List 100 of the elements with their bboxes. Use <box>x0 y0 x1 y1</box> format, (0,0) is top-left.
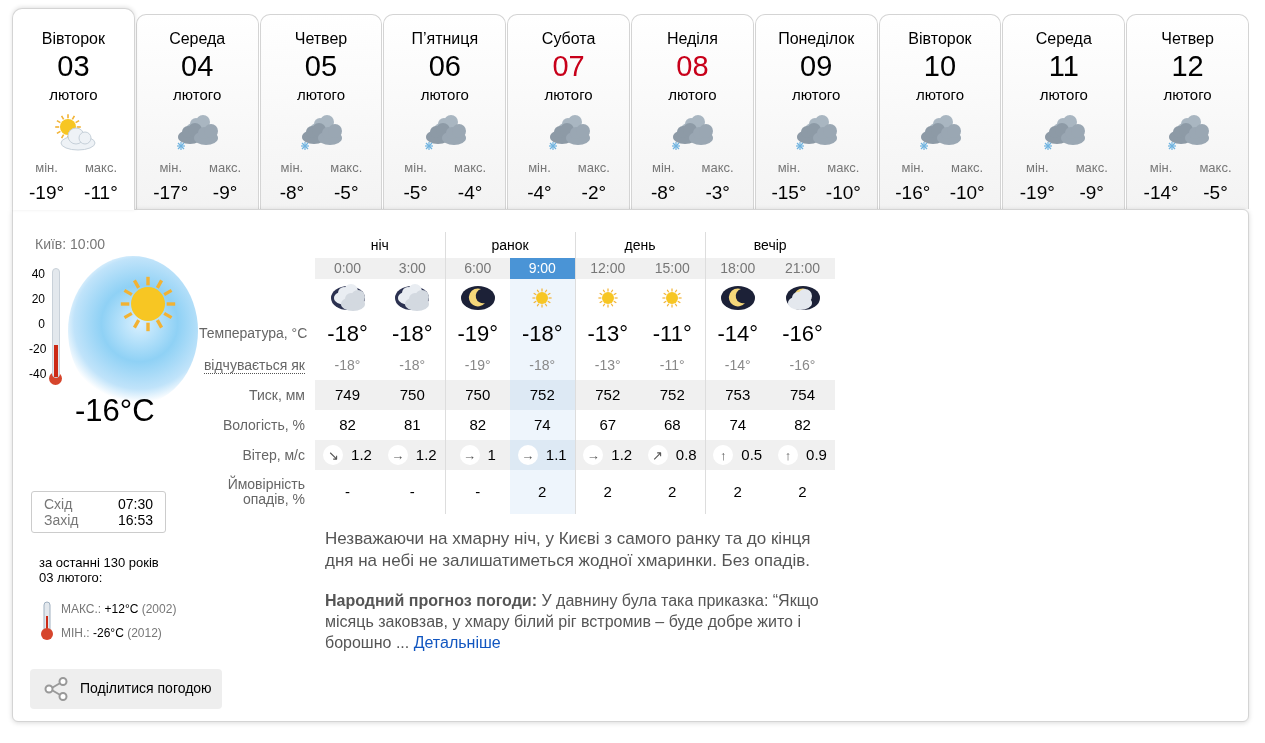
history-record: МАКС.: +12°C (2002) <box>61 600 177 618</box>
city-time: Київ: 10:00 <box>35 235 106 254</box>
feels-like-value: -14° <box>724 356 751 373</box>
date-number: 05 <box>304 51 338 83</box>
day-tab[interactable]: Вівторок 10 лютого мін. -16° макс. -10° <box>878 14 1002 209</box>
day-tab[interactable]: Субота 07 лютого мін. -4° макс. -2° <box>507 14 630 209</box>
wind-value: 0.8 <box>675 446 697 464</box>
max-temperature: -3° <box>705 181 730 205</box>
hour-tab[interactable]: 21:00 <box>770 258 835 279</box>
day-tab[interactable]: Понеділок 09 лютого мін. -15° макс. -10° <box>754 14 878 209</box>
hour-tab[interactable]: 15:00 <box>640 258 705 279</box>
day-tab[interactable]: Четвер 12 лютого мін. -14° макс. -5° <box>1126 14 1249 209</box>
cloud-night-icon <box>393 283 432 313</box>
wind-value: 1.2 <box>415 446 437 464</box>
max-temperature: -9° <box>212 181 238 205</box>
max-label: макс. <box>951 159 984 177</box>
history-title: за останні 130 років <box>39 554 160 570</box>
history-record: МІН.: -26°C (2012) <box>61 624 163 642</box>
hour-tab[interactable]: 12:00 <box>575 258 640 279</box>
min-temperature: -17° <box>153 181 189 205</box>
hour-tab[interactable]: 0:00 <box>315 258 380 279</box>
max-label: макс. <box>1199 159 1232 177</box>
feels-like-value: -19° <box>464 356 491 373</box>
day-tab[interactable]: Неділя 08 лютого мін. -8° макс. -3° <box>631 14 754 209</box>
humidity-value: 67 <box>599 415 617 433</box>
date-number: 06 <box>428 51 461 83</box>
wind-value: 1.2 <box>351 446 372 464</box>
row-label: Вітер, м/с <box>242 446 305 463</box>
pressure-value: 750 <box>399 385 425 403</box>
current-temperature: -16°C <box>75 392 155 430</box>
precipitation-value: 2 <box>538 482 547 500</box>
date-number: 12 <box>1171 51 1204 83</box>
details-link[interactable]: Детальніше <box>413 634 501 651</box>
pressure-value: 754 <box>790 385 815 403</box>
temperature-value: -18° <box>391 321 433 346</box>
day-tab[interactable]: Вівторок 03 лютого мін. -19° макс. -11° <box>12 8 135 210</box>
row-label: Вологість, % <box>222 416 305 433</box>
history-date: 03 лютого: <box>39 569 104 585</box>
pressure-value: 753 <box>725 385 751 403</box>
date-number: 08 <box>676 51 709 83</box>
weekday-label: Вівторок <box>908 30 972 48</box>
scale-label: 40 <box>30 268 45 280</box>
moon-icon <box>458 283 497 313</box>
max-label: макс. <box>209 159 242 177</box>
day-tab[interactable]: Середа 04 лютого мін. -17° макс. -9° <box>135 14 259 209</box>
pressure-value: 752 <box>659 385 685 403</box>
row-label: Тиск, мм <box>249 386 305 403</box>
weekday-label: Четвер <box>294 30 348 48</box>
max-temperature: -9° <box>1079 181 1104 205</box>
feels-like-link[interactable]: відчувається як <box>203 356 305 374</box>
max-label: макс. <box>1075 159 1108 177</box>
humidity-value: 82 <box>339 415 356 433</box>
month-label: лютого <box>296 85 346 105</box>
humidity-value: 68 <box>663 415 681 433</box>
wind-value: 1.1 <box>545 446 567 464</box>
max-label: макс. <box>577 159 610 177</box>
min-temperature: -8° <box>279 181 305 205</box>
temperature-value: -18° <box>521 321 563 346</box>
temperature-value: -14° <box>717 321 759 346</box>
month-label: лютого <box>420 85 469 105</box>
hour-tab[interactable]: 3:00 <box>380 258 445 279</box>
month-label: лютого <box>49 85 98 105</box>
date-number: 11 <box>1048 51 1079 83</box>
date-number: 03 <box>57 51 90 83</box>
month-label: лютого <box>544 85 593 105</box>
min-temperature: -14° <box>1143 181 1179 205</box>
min-temperature: -4° <box>527 181 552 205</box>
day-tab[interactable]: П’ятниця 06 лютого мін. -5° макс. -4° <box>383 14 507 209</box>
cloud-snow-icon <box>669 113 716 153</box>
feels-like-value: -13° <box>594 356 621 373</box>
wind-value: 0.9 <box>806 446 827 464</box>
max-label: макс. <box>454 159 487 177</box>
wind-value: 1.2 <box>611 446 633 464</box>
precipitation-value: - <box>409 482 415 500</box>
min-label: мін. <box>280 159 304 177</box>
hour-tab[interactable]: 6:00 <box>445 258 510 279</box>
row-label: Ймовірність опадів, % <box>227 476 305 507</box>
pressure-value: 752 <box>529 385 555 403</box>
day-tab[interactable]: Четвер 05 лютого мін. -8° макс. -5° <box>259 14 383 209</box>
share-button[interactable]: Поділитися погодою <box>30 668 222 709</box>
weekday-label: П’ятниця <box>411 30 479 48</box>
precipitation-value: 2 <box>668 482 677 500</box>
sun-time: 07:30 <box>117 495 153 512</box>
day-tab[interactable]: Середа 11 лютого мін. -19° макс. -9° <box>1002 14 1126 209</box>
precipitation-value: - <box>345 482 350 500</box>
min-label: мін. <box>1026 159 1049 177</box>
moon-cloud-icon <box>783 283 822 313</box>
max-label: макс. <box>701 159 734 177</box>
max-temperature: -5° <box>334 181 359 205</box>
humidity-value: 74 <box>533 415 551 433</box>
max-label: макс. <box>827 159 860 177</box>
max-temperature: -5° <box>1203 181 1228 205</box>
temperature-value: -16° <box>782 321 823 346</box>
min-temperature: -16° <box>895 181 931 205</box>
weekday-label: Субота <box>541 30 596 48</box>
temperature-value: -11° <box>652 321 692 346</box>
hour-tab[interactable]: 18:00 <box>705 258 770 279</box>
precipitation-value: - <box>475 482 481 500</box>
temperature-value: -18° <box>327 321 368 346</box>
cloud-night-icon <box>328 283 367 313</box>
